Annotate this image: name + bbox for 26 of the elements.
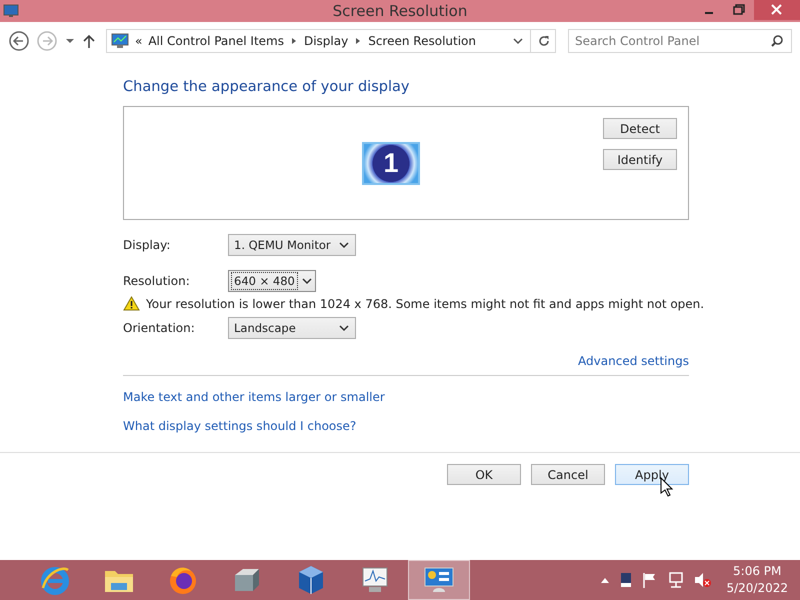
breadcrumb[interactable]: Screen Resolution bbox=[368, 34, 476, 48]
address-bar[interactable]: « All Control Panel Items Display Screen Resolution bbox=[106, 29, 556, 53]
window-title: Screen Resolution bbox=[332, 2, 468, 20]
dropdown[interactable]: Landscape bbox=[228, 317, 356, 339]
clock[interactable]: 5:06 PM 5/20/2022 bbox=[722, 563, 792, 597]
setting-label: Resolution: bbox=[123, 274, 191, 288]
setting-label: Orientation: bbox=[123, 321, 196, 335]
help-link[interactable]: What display settings should I choose? bbox=[123, 419, 356, 433]
monitor-tile[interactable]: 1 bbox=[362, 142, 420, 184]
preview-button[interactable]: Detect bbox=[603, 118, 677, 139]
help-link[interactable]: Make text and other items larger or smaller bbox=[123, 390, 385, 404]
dialog-button[interactable]: Cancel bbox=[531, 464, 605, 485]
dialog-button[interactable]: Apply bbox=[615, 464, 689, 485]
breadcrumb[interactable]: All Control Panel Items bbox=[148, 34, 284, 48]
page-heading: Change the appearance of your display bbox=[123, 79, 410, 95]
dropdown[interactable]: 640 × 480 bbox=[228, 270, 316, 292]
advanced-settings-link[interactable]: Advanced settings bbox=[578, 354, 689, 368]
setting-label: Display: bbox=[123, 238, 172, 252]
breadcrumb[interactable]: « bbox=[135, 34, 142, 48]
search-field[interactable]: Search Control Panel bbox=[568, 29, 792, 53]
dropdown[interactable]: 1. QEMU Monitor bbox=[228, 234, 356, 256]
monitor-number: 1 bbox=[383, 148, 399, 178]
preview-button[interactable]: Identify bbox=[603, 149, 677, 170]
breadcrumb[interactable]: Display bbox=[304, 34, 348, 48]
dialog-button[interactable]: OK bbox=[447, 464, 521, 485]
warning-text: Your resolution is lower than 1024 x 768. Some items might not fit and apps might not open. bbox=[146, 296, 704, 310]
